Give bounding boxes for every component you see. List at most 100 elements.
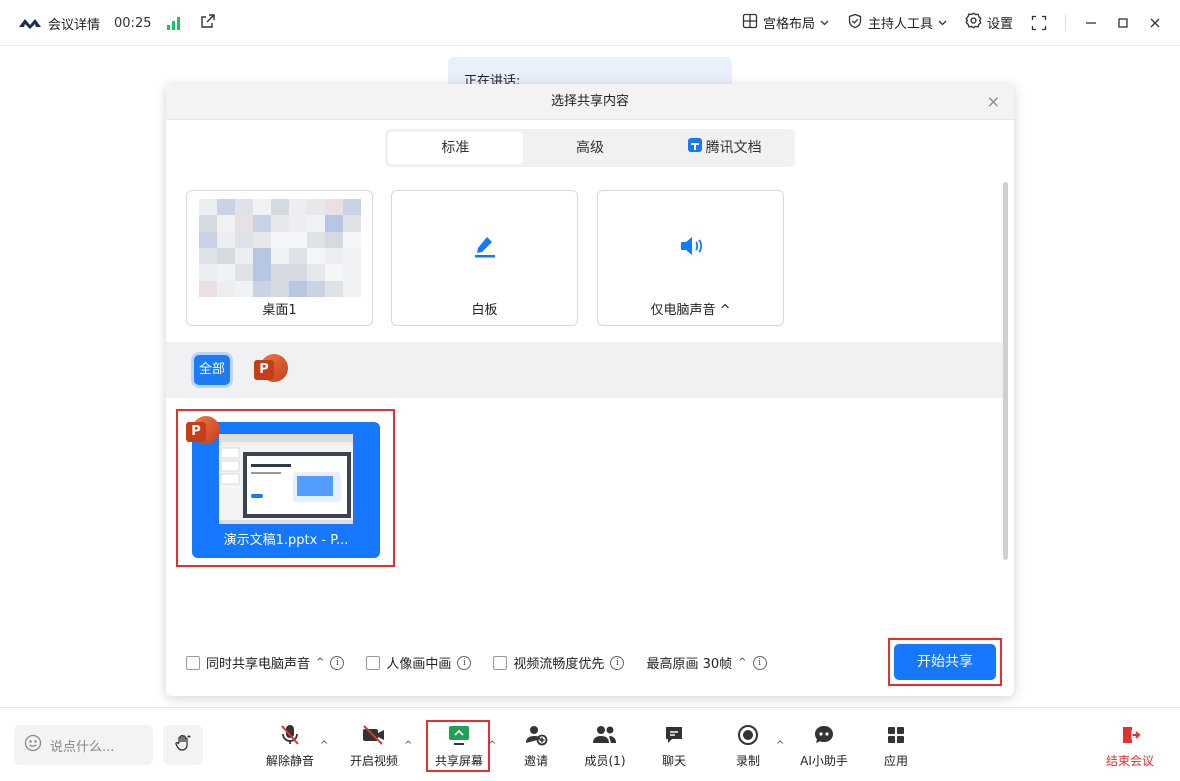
share-audio-label: 同时共享电脑声音 [206,657,311,672]
tab-tencent-docs[interactable]: 腾讯文档 [657,132,792,164]
video-smooth-option[interactable]: 视频流畅度优先 i [493,653,625,672]
host-tools-button[interactable]: 主持人工具 [847,13,947,33]
desktop-thumbnail-tile [253,280,271,297]
tab-standard[interactable]: 标准 [388,132,523,164]
tab-advanced-label: 高级 [576,140,604,156]
desktop-thumbnail-tile [289,280,307,297]
desktop-thumbnail-tile [343,215,361,232]
ai-assistant-label: AI小助手 [800,754,848,768]
smiley-icon [24,734,42,756]
share-content-dialog: 选择共享内容 × 标准 高级 腾讯文档 桌面1 白板 仅电脑声音 ^ 全部 P [166,84,1014,696]
start-video-label: 开启视频 [349,754,398,768]
info-icon[interactable]: i [330,655,345,670]
desktop-card-label: 桌面1 [262,303,297,318]
title-bar: 会议详情 00:25 宫格布局 主持人工具 设置 [0,0,1180,46]
close-window-icon[interactable] [1148,16,1162,30]
info-icon[interactable]: i [457,655,472,670]
video-off-icon [342,722,406,748]
end-meeting-button[interactable]: 结束会议 [1094,722,1166,769]
pip-checkbox[interactable] [366,655,381,670]
desktop-thumbnail-tile [235,264,253,281]
filter-all-button[interactable]: 全部 [194,355,230,385]
unmute-button[interactable]: 解除静音 [258,722,322,769]
desktop-thumbnail-tile [325,199,343,216]
computer-audio-card[interactable]: 仅电脑声音 ^ [597,190,784,326]
desktop-thumbnail-tile [307,280,325,297]
whiteboard-card[interactable]: 白板 [391,190,578,326]
video-smooth-checkbox[interactable] [493,655,508,670]
chat-quick-placeholder: 说点什么... [50,739,115,755]
fullscreen-icon[interactable] [1031,15,1047,31]
desktop-thumbnail-tile [235,199,253,216]
desktop-thumbnail-tile [325,215,343,232]
info-icon[interactable]: i [752,655,767,670]
signal-icon[interactable] [167,16,181,30]
desktop-card[interactable]: 桌面1 [186,190,373,326]
desktop-thumbnail-tile [271,231,289,248]
chevron-up-icon[interactable]: ^ [776,740,784,751]
desktop-thumbnail-tile [271,215,289,232]
start-video-button[interactable]: 开启视频 [342,722,406,769]
desktop-thumbnail-tile [307,264,325,281]
share-audio-checkbox[interactable] [186,655,200,670]
invite-button[interactable]: 邀请 [504,722,568,769]
raise-hand-button[interactable] [163,725,203,765]
desktop-thumbnail-tile [325,248,343,265]
title-bar-right: 宫格布局 主持人工具 设置 [724,12,1162,33]
desktop-thumbnail-tile [217,199,235,216]
video-smooth-label: 视频流畅度优先 [513,657,605,672]
chat-button[interactable]: 聊天 [642,722,706,769]
desktop-thumbnail-tile [289,264,307,281]
apps-button[interactable]: 应用 [864,722,928,769]
meeting-details-link[interactable]: 会议详情 [48,14,100,33]
popout-icon[interactable] [200,13,216,33]
scrollbar[interactable] [1003,182,1008,560]
minimize-icon[interactable] [1084,16,1098,30]
tab-advanced[interactable]: 高级 [523,132,658,164]
pip-option[interactable]: 人像画中画 i [366,653,472,672]
desktop-thumbnail-tile [217,231,235,248]
ai-assistant-button[interactable]: AI小助手 [792,722,856,769]
layout-button[interactable]: 宫格布局 [742,13,829,33]
desktop-thumbnail-tile [343,199,361,216]
chevron-up-icon[interactable]: ^ [404,740,412,751]
chevron-up-icon[interactable]: ^ [316,657,324,668]
share-audio-option[interactable]: 同时共享电脑声音 ^ i [186,653,345,672]
pen-icon [392,233,577,259]
highlight-box [888,638,1002,686]
desktop-thumbnail-tile [199,248,217,265]
desktop-thumbnail-tile [307,231,325,248]
settings-button[interactable]: 设置 [965,12,1013,33]
info-icon[interactable]: i [610,655,625,670]
desktop-thumbnail-tile [271,248,289,265]
record-button[interactable]: 录制 [716,722,780,769]
chat-quick-input[interactable]: 说点什么... [14,725,153,765]
layout-label: 宫格布局 [762,17,815,32]
desktop-thumbnail-tile [253,215,271,232]
chevron-up-icon[interactable]: ^ [488,740,496,751]
members-icon [573,722,637,748]
close-icon[interactable]: × [987,84,1000,120]
share-tabs: 标准 高级 腾讯文档 [385,129,795,167]
pip-label: 人像画中画 [386,657,452,672]
apps-label: 应用 [883,754,908,768]
powerpoint-filter-icon[interactable]: P [254,354,288,386]
ai-assistant-icon [792,722,856,748]
desktop-thumbnail-tile [325,280,343,297]
record-label: 录制 [735,754,760,768]
settings-label: 设置 [986,17,1013,32]
invite-icon [504,722,568,748]
desktop-thumbnail [199,199,361,297]
desktop-thumbnail-tile [289,248,307,265]
desktop-thumbnail-tile [217,280,235,297]
unmute-label: 解除静音 [265,754,314,768]
chevron-up-icon[interactable]: ^ [738,657,746,668]
members-button[interactable]: 成员(1) [573,722,637,769]
dialog-header: 选择共享内容 × [166,84,1014,120]
chevron-down-icon [938,15,947,30]
invite-label: 邀请 [523,754,548,768]
gear-icon [965,12,982,33]
chevron-up-icon[interactable]: ^ [320,740,328,751]
maximize-icon[interactable] [1116,16,1130,30]
quality-option[interactable]: 最高原画 30帧 ^ i [646,653,767,672]
